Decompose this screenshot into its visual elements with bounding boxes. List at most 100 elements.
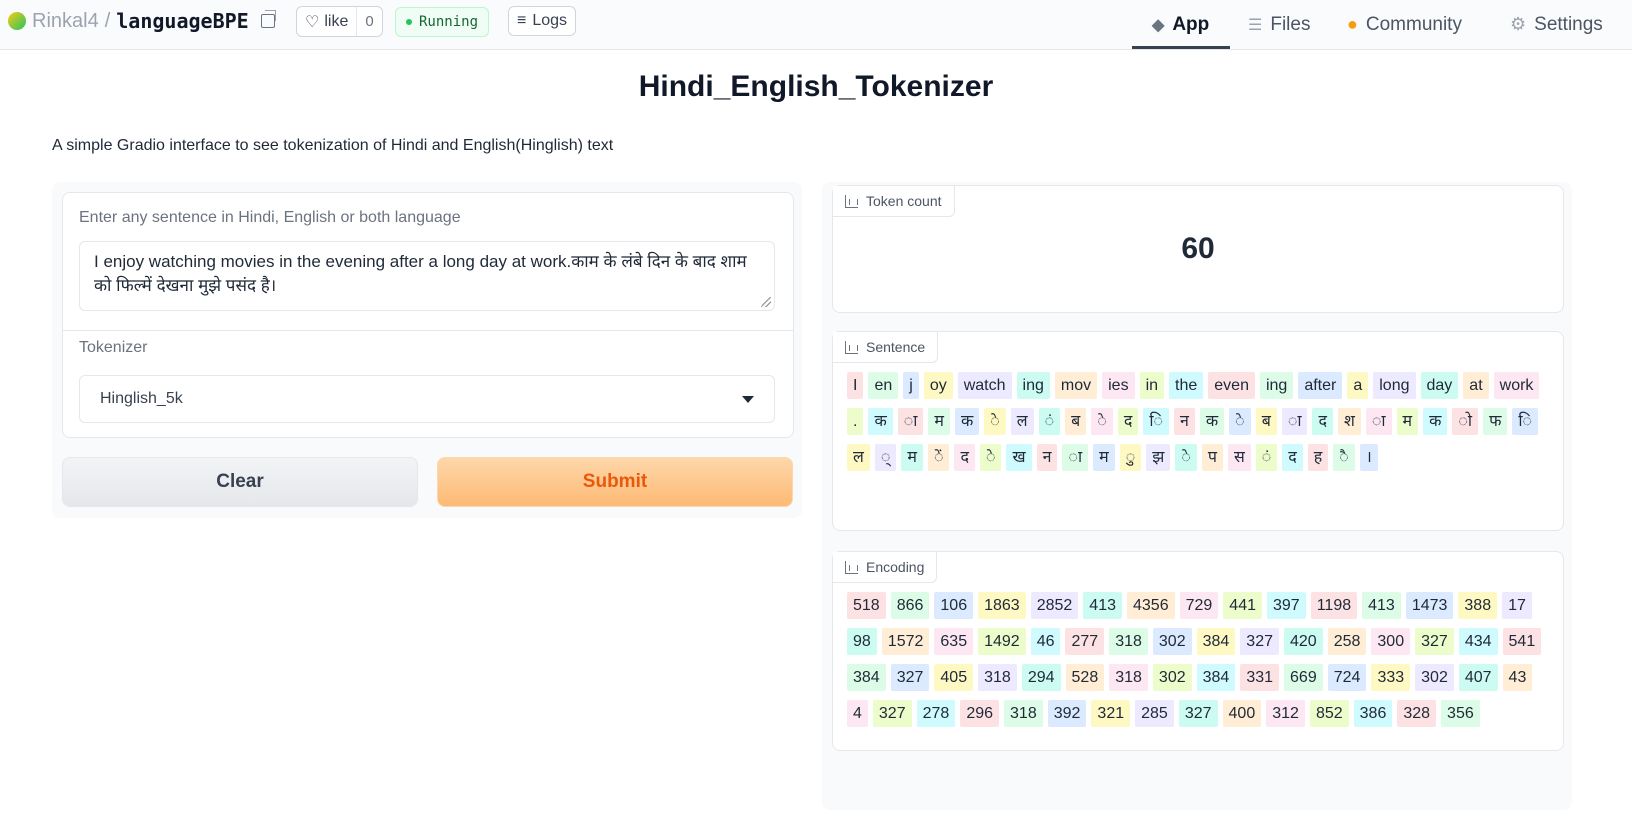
sentence-token: ies bbox=[1102, 372, 1135, 399]
sentence-token: after bbox=[1298, 372, 1343, 399]
encoding-token: 669 bbox=[1284, 664, 1323, 691]
encoding-token: 318 bbox=[978, 664, 1017, 691]
tab-files-label: Files bbox=[1270, 13, 1311, 35]
sentence-token: े bbox=[1229, 408, 1251, 435]
encoding-token: 312 bbox=[1266, 700, 1305, 727]
tokenizer-dropdown[interactable]: Hinglish_5k bbox=[79, 375, 775, 423]
space-avatar bbox=[8, 12, 26, 30]
highlight-icon bbox=[845, 560, 858, 574]
sentence-token: ि bbox=[1143, 408, 1169, 435]
sentence-token: j bbox=[903, 372, 919, 399]
encoding-token: 729 bbox=[1179, 592, 1219, 619]
chart-icon bbox=[845, 194, 858, 208]
sentence-card: Sentence Ien j oy watch ing mov ies in the even in… bbox=[832, 331, 1564, 531]
tab-community[interactable]: ● Community bbox=[1347, 0, 1462, 49]
sentence-token: क bbox=[1423, 408, 1448, 435]
encoding-token: 405 bbox=[934, 664, 974, 691]
sentence-token: ै bbox=[1333, 444, 1355, 471]
encoding-token: 2852 bbox=[1030, 592, 1079, 619]
encoding-token: 17 bbox=[1502, 592, 1532, 619]
encoding-token: 327 bbox=[1415, 628, 1454, 655]
chevron-down-icon bbox=[742, 395, 754, 403]
sentence-token: े bbox=[1175, 444, 1197, 471]
encoding-token: 318 bbox=[1109, 628, 1148, 655]
sentence-token: न bbox=[1036, 444, 1058, 471]
encoding-token: 46 bbox=[1030, 628, 1061, 655]
encoding-token: 294 bbox=[1021, 664, 1061, 691]
sentence-token: ा bbox=[1365, 408, 1392, 435]
tokenizer-selected-value: Hinglish_5k bbox=[100, 390, 183, 407]
copy-icon[interactable] bbox=[260, 10, 276, 28]
clear-button[interactable]: Clear bbox=[62, 457, 418, 507]
tab-files[interactable]: ☰ Files bbox=[1248, 0, 1310, 49]
submit-button[interactable]: Submit bbox=[437, 457, 793, 507]
sentence-token: ल bbox=[847, 444, 870, 471]
sentence-token: ् bbox=[874, 444, 897, 471]
sentence-token: even bbox=[1208, 372, 1255, 399]
repo-header: Rinkal4 / languageBPE bbox=[8, 9, 276, 33]
encoding-token: 1863 bbox=[978, 592, 1026, 619]
sentence-token: at bbox=[1463, 372, 1489, 399]
sentence-token: क bbox=[1199, 408, 1225, 435]
tab-settings[interactable]: ⚙ Settings bbox=[1510, 0, 1603, 49]
resize-handle-icon[interactable] bbox=[761, 297, 771, 307]
sentence-input-value: I enjoy watching movies in the evening a… bbox=[94, 252, 747, 295]
encoding-token: 413 bbox=[1083, 592, 1122, 619]
owner-link[interactable]: Rinkal4 bbox=[32, 10, 99, 33]
sentence-token: द bbox=[1282, 444, 1303, 471]
encoding-token: 528 bbox=[1065, 664, 1105, 691]
community-icon: ● bbox=[1347, 14, 1358, 34]
tab-settings-label: Settings bbox=[1534, 13, 1603, 35]
repo-name-link[interactable]: languageBPE bbox=[116, 9, 248, 33]
cube-icon: ◆ bbox=[1152, 16, 1165, 34]
sentence-token: day bbox=[1420, 372, 1459, 399]
encoding-token: 318 bbox=[1004, 700, 1043, 727]
sentence-token: work bbox=[1493, 372, 1540, 399]
heart-icon: ♡ bbox=[305, 13, 320, 31]
status-label: Running bbox=[419, 14, 479, 30]
encoding-token: 327 bbox=[890, 664, 930, 691]
encoding-token: 321 bbox=[1091, 700, 1131, 727]
active-tab-indicator bbox=[1132, 46, 1230, 49]
encoding-token: 386 bbox=[1353, 700, 1393, 727]
like-label: like bbox=[324, 12, 349, 30]
divider bbox=[63, 330, 793, 331]
logs-icon: ≡ bbox=[517, 12, 527, 29]
token-count-card: Token count 60 bbox=[832, 185, 1564, 313]
sentence-input[interactable]: I enjoy watching movies in the evening a… bbox=[79, 241, 775, 311]
sentence-token: . bbox=[847, 408, 864, 435]
encoding-token: 296 bbox=[960, 700, 1000, 727]
sentence-token: ं bbox=[1038, 408, 1061, 435]
sentence-token: a bbox=[1347, 372, 1369, 399]
encoding-token: 285 bbox=[1135, 700, 1174, 727]
sentence-token: म bbox=[928, 408, 950, 435]
token-count-label: Token count bbox=[866, 193, 942, 209]
encoding-token: 541 bbox=[1502, 628, 1542, 655]
sentence-token: े bbox=[1091, 408, 1113, 435]
sentence-token: the bbox=[1169, 372, 1204, 399]
sentence-token: ing bbox=[1259, 372, 1294, 399]
sentence-token: म bbox=[901, 444, 923, 471]
page-title: Hindi_English_Tokenizer bbox=[638, 70, 994, 103]
encoding-token: 518 bbox=[847, 592, 886, 619]
encoding-token: 866 bbox=[890, 592, 930, 619]
encoding-token: 384 bbox=[1196, 628, 1236, 655]
sentence-token: oy bbox=[923, 372, 953, 399]
encoding-token: 327 bbox=[1178, 700, 1218, 727]
tab-app[interactable]: ◆ App bbox=[1152, 0, 1209, 49]
sentence-token: ख bbox=[1006, 444, 1032, 471]
sentence-token: म bbox=[1396, 408, 1419, 435]
encoding-token: 302 bbox=[1152, 664, 1192, 691]
sentence-token: फ bbox=[1483, 408, 1508, 435]
encoding-token: 331 bbox=[1240, 664, 1280, 691]
sentence-token: ा bbox=[1062, 444, 1089, 471]
tokenizer-label: Tokenizer bbox=[79, 339, 148, 356]
sentence-token: े bbox=[984, 408, 1006, 435]
like-button[interactable]: ♡ like 0 bbox=[296, 6, 383, 37]
encoding-token: 4 bbox=[847, 700, 868, 727]
logs-button[interactable]: ≡ Logs bbox=[508, 6, 577, 36]
status-badge[interactable]: Running bbox=[395, 7, 490, 37]
sentence-token: झ bbox=[1146, 444, 1171, 471]
sentence-token: ं bbox=[1255, 444, 1278, 471]
token-count-value: 60 bbox=[1181, 232, 1215, 265]
